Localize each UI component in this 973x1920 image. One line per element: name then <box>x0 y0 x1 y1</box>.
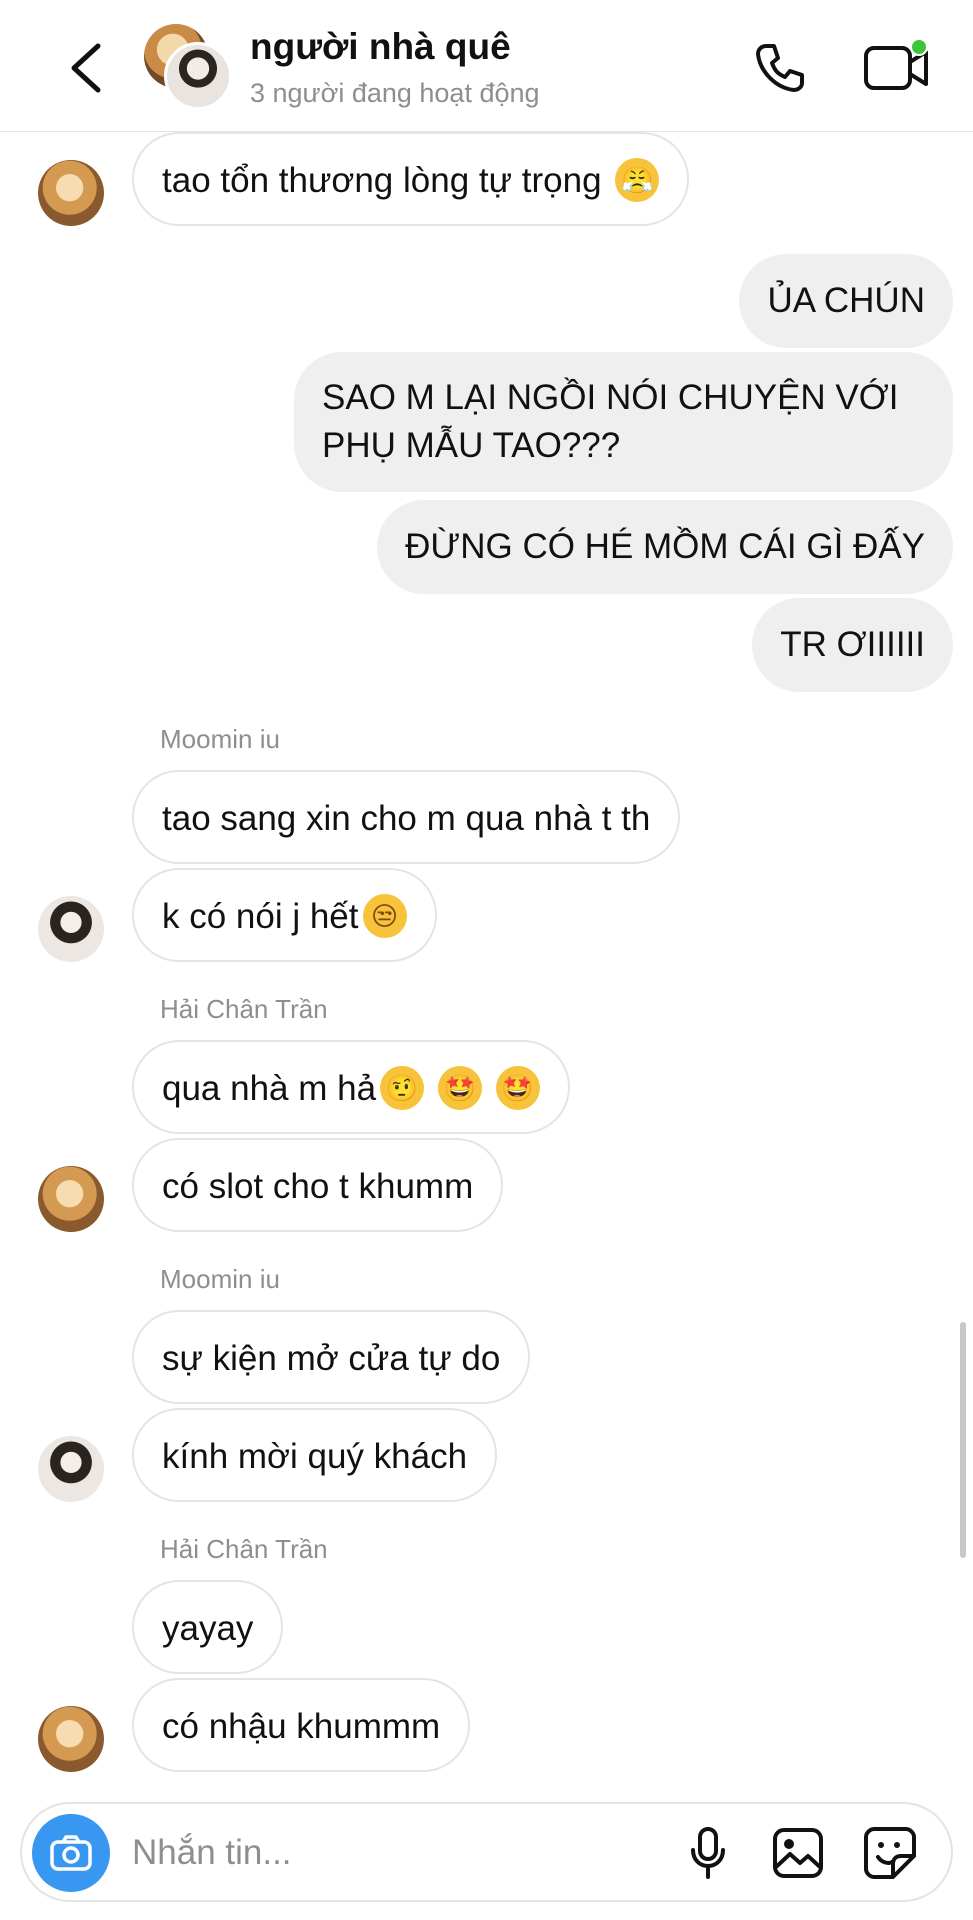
avatar <box>38 896 104 962</box>
sender-name: Hải Chân Trần <box>160 994 328 1024</box>
message-composer <box>20 1802 953 1902</box>
message-list[interactable]: tao tổn thương lòng tự trọng 😤 ỦA CHÚN S… <box>0 132 973 1796</box>
video-call-button[interactable] <box>862 36 936 98</box>
message-text: k có nói j hết <box>162 897 359 936</box>
chat-header: người nhà quê 3 người đang hoạt động <box>0 0 973 132</box>
message-bubble[interactable]: TR ƠIIIIII <box>752 598 953 692</box>
unamused-face-emoji: 😒 <box>362 893 407 938</box>
group-avatar[interactable] <box>144 24 232 110</box>
star-struck-emoji: 🤩 <box>495 1065 540 1110</box>
camera-button[interactable] <box>32 1814 110 1892</box>
image-icon <box>773 1828 823 1878</box>
message-input[interactable] <box>132 1822 612 1884</box>
back-button[interactable] <box>58 38 114 98</box>
voice-message-button[interactable] <box>680 1824 736 1882</box>
microphone-icon <box>691 1827 725 1879</box>
scrollbar[interactable] <box>960 1322 966 1558</box>
message-bubble[interactable]: sự kiện mở cửa tự do <box>132 1310 531 1404</box>
avatar <box>38 160 104 226</box>
steam-face-emoji: 😤 <box>615 157 660 202</box>
message-bubble[interactable]: SAO M LẠI NGỒI NÓI CHUYỆN VỚI PHỤ MẪU TA… <box>294 352 953 492</box>
message-bubble[interactable]: tao tổn thương lòng tự trọng 😤 <box>132 132 690 226</box>
avatar <box>38 1436 104 1502</box>
voice-call-button[interactable] <box>748 38 812 98</box>
chat-title[interactable]: người nhà quê <box>250 26 511 68</box>
online-indicator <box>910 38 928 56</box>
avatar <box>164 42 232 110</box>
chevron-left-icon <box>71 43 101 93</box>
message-bubble[interactable]: ỦA CHÚN <box>739 254 953 348</box>
message-bubble[interactable]: yayay <box>132 1580 284 1674</box>
message-bubble[interactable]: có slot cho t khumm <box>132 1138 504 1232</box>
message-bubble[interactable]: k có nói j hết 😒 <box>132 868 437 962</box>
sender-name: Moomin iu <box>160 724 280 754</box>
message-text: qua nhà m hả <box>162 1069 377 1108</box>
message-bubble[interactable]: ĐỪNG CÓ HÉ MỒM CÁI GÌ ĐẤY <box>377 500 953 594</box>
sticker-button[interactable] <box>860 1824 920 1882</box>
message-text: tao tổn thương lòng tự trọng <box>162 161 602 200</box>
avatar <box>38 1166 104 1232</box>
raised-eyebrow-emoji: 🤨 <box>380 1065 425 1110</box>
avatar <box>38 1706 104 1772</box>
gallery-button[interactable] <box>768 1824 828 1882</box>
star-struck-emoji: 🤩 <box>437 1065 482 1110</box>
message-bubble[interactable]: qua nhà m hả 🤨 🤩 🤩 <box>132 1040 570 1134</box>
message-bubble[interactable]: kính mời quý khách <box>132 1408 498 1502</box>
message-bubble[interactable]: tao sang xin cho m qua nhà t th <box>132 770 681 864</box>
sender-name: Hải Chân Trần <box>160 1534 328 1564</box>
phone-icon <box>756 44 804 92</box>
camera-icon <box>50 1835 92 1871</box>
message-bubble[interactable]: có nhậu khummm <box>132 1678 471 1772</box>
sticker-icon <box>864 1827 916 1879</box>
sender-name: Moomin iu <box>160 1264 280 1294</box>
active-status: 3 người đang hoạt động <box>250 78 540 108</box>
